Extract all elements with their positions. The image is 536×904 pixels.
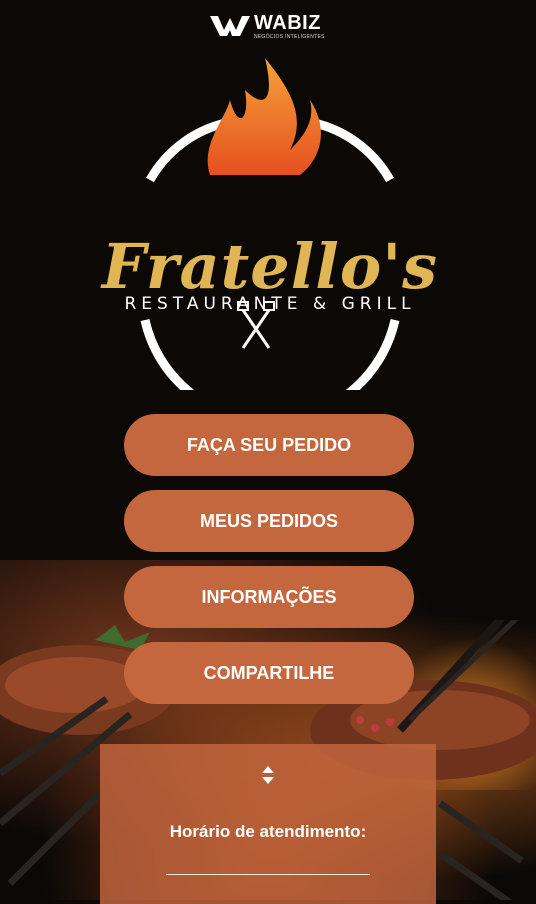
hours-title: Horário de atendimento: [169, 822, 367, 841]
logo-subtitle: RESTAURANTE & GRILL [124, 294, 416, 314]
share-button[interactable]: COMPARTILHE [124, 642, 414, 704]
brand-tagline: NEGÓCIOS INTELIGENTES [254, 34, 325, 40]
my-orders-button[interactable]: MEUS PEDIDOS [124, 490, 414, 552]
hours-panel: Horário de atendimento: [100, 744, 436, 904]
hours-divider [166, 874, 370, 875]
logo-emblem [140, 58, 400, 390]
logo-title: Fratello's [101, 230, 439, 303]
info-button[interactable]: INFORMAÇÕES [124, 566, 414, 628]
wabiz-brand: WABIZ NEGÓCIOS INTELIGENTES [210, 10, 332, 42]
order-button[interactable]: FAÇA SEU PEDIDO [124, 414, 414, 476]
brand-name: WABIZ [254, 12, 321, 34]
expand-arrows-icon[interactable] [260, 764, 276, 786]
wabiz-logo-icon [210, 16, 250, 36]
flame-icon [207, 58, 321, 175]
restaurant-logo: Fratello's RESTAURANTE & GRILL [60, 50, 480, 390]
